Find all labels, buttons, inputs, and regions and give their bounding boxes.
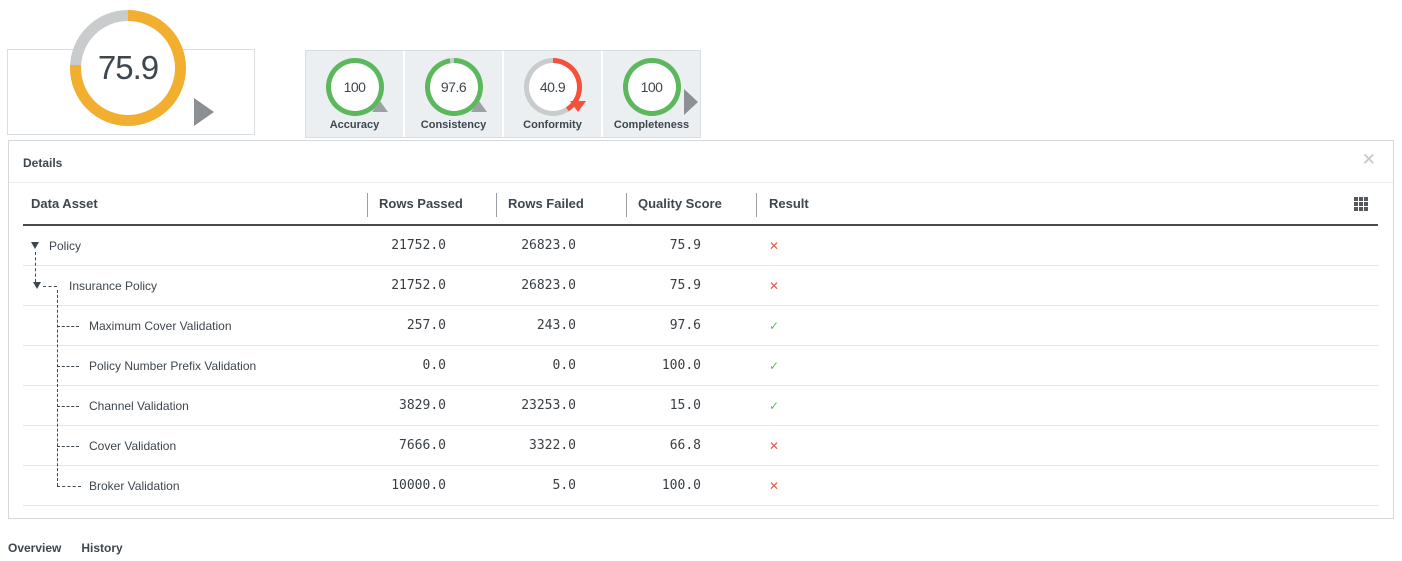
metric-tile-conformity[interactable]: 40.9 Conformity: [504, 51, 601, 137]
table-row[interactable]: Channel Validation 3829.0 23253.0 15.0 ✓: [23, 386, 1378, 426]
result-mark-icon: ✕: [769, 439, 779, 453]
accuracy-label: Accuracy: [330, 119, 380, 131]
rows-failed-value: 5.0: [496, 478, 626, 493]
quality-score-value: 100.0: [626, 358, 756, 373]
data-asset-name: Cover Validation: [89, 439, 176, 453]
tab-history[interactable]: History: [81, 541, 122, 555]
metric-tile-accuracy[interactable]: 100 Accuracy: [306, 51, 403, 137]
table-header-row: Data Asset Rows Passed Rows Failed Quali…: [23, 183, 1378, 226]
rows-passed-value: 257.0: [367, 318, 496, 333]
metric-tile-consistency[interactable]: 97.6 Consistency: [405, 51, 502, 137]
table-row[interactable]: Policy Number Prefix Validation 0.0 0.0 …: [23, 346, 1378, 386]
scorecard-dashboard: 75.9 100 Accuracy 97.6 Consistency 40.9 …: [0, 0, 1402, 561]
column-header-quality-score: Quality Score: [626, 183, 756, 224]
consistency-label: Consistency: [421, 119, 486, 131]
collapse-caret-icon[interactable]: [31, 242, 39, 249]
data-asset-name: Insurance Policy: [69, 279, 157, 293]
right-arrow-icon: [684, 89, 698, 115]
overall-score-gauge: 75.9: [70, 10, 186, 126]
close-icon[interactable]: ✕: [1362, 151, 1376, 168]
overall-score-value: 75.9: [81, 21, 175, 115]
result-mark-icon: ✕: [769, 479, 779, 493]
details-title: Details: [23, 156, 62, 170]
rows-passed-value: 3829.0: [367, 398, 496, 413]
result-mark-icon: ✓: [769, 399, 779, 413]
trend-up-icon: [372, 101, 388, 112]
quality-score-value: 75.9: [626, 238, 756, 253]
table-row[interactable]: Broker Validation 10000.0 5.0 100.0 ✕: [23, 466, 1378, 506]
rows-passed-value: 0.0: [367, 358, 496, 373]
table-row[interactable]: Cover Validation 7666.0 3322.0 66.8 ✕: [23, 426, 1378, 466]
quality-score-value: 100.0: [626, 478, 756, 493]
rows-failed-value: 3322.0: [496, 438, 626, 453]
result-mark-icon: ✕: [769, 239, 779, 253]
column-header-result: Result: [756, 183, 1378, 224]
rows-failed-value: 243.0: [496, 318, 626, 333]
table-row[interactable]: Policy 21752.0 26823.0 75.9 ✕: [23, 226, 1378, 266]
trend-down-icon: [570, 101, 586, 112]
data-asset-name: Channel Validation: [89, 399, 189, 413]
rows-passed-value: 7666.0: [367, 438, 496, 453]
result-mark-icon: ✓: [769, 319, 779, 333]
overall-right-arrow-icon[interactable]: [194, 98, 214, 126]
rows-failed-value: 0.0: [496, 358, 626, 373]
table-row[interactable]: Maximum Cover Validation 257.0 243.0 97.…: [23, 306, 1378, 346]
conformity-label: Conformity: [523, 119, 582, 131]
quality-score-value: 66.8: [626, 438, 756, 453]
quality-score-value: 97.6: [626, 318, 756, 333]
data-asset-name: Policy Number Prefix Validation: [89, 359, 256, 373]
details-panel: Details ✕ Data Asset Rows Passed Rows Fa…: [8, 140, 1394, 519]
metric-tile-completeness[interactable]: 100 Completeness: [603, 51, 700, 137]
table-body: Policy 21752.0 26823.0 75.9 ✕ Insurance …: [23, 226, 1378, 506]
table-row[interactable]: Insurance Policy 21752.0 26823.0 75.9 ✕: [23, 266, 1378, 306]
metrics-panel: 100 Accuracy 97.6 Consistency 40.9 Confo…: [305, 50, 701, 138]
result-mark-icon: ✕: [769, 279, 779, 293]
data-asset-name: Policy: [49, 239, 81, 253]
rows-passed-value: 21752.0: [367, 238, 496, 253]
quality-score-value: 15.0: [626, 398, 756, 413]
trend-up-icon: [471, 101, 487, 112]
collapse-caret-icon[interactable]: [33, 282, 41, 289]
rows-passed-value: 10000.0: [367, 478, 496, 493]
rows-failed-value: 26823.0: [496, 238, 626, 253]
quality-score-value: 75.9: [626, 278, 756, 293]
completeness-value: 100: [628, 63, 676, 111]
rows-failed-value: 23253.0: [496, 398, 626, 413]
rows-passed-value: 21752.0: [367, 278, 496, 293]
column-header-rows-passed: Rows Passed: [367, 183, 496, 224]
rows-failed-value: 26823.0: [496, 278, 626, 293]
grid-icon[interactable]: [1354, 197, 1368, 211]
data-asset-name: Maximum Cover Validation: [89, 319, 232, 333]
column-header-rows-failed: Rows Failed: [496, 183, 626, 224]
footer-tabs: Overview History: [8, 541, 123, 555]
completeness-gauge: 100: [623, 58, 681, 116]
completeness-label: Completeness: [614, 119, 689, 131]
details-titlebar: Details ✕: [9, 141, 1393, 183]
data-asset-name: Broker Validation: [89, 479, 180, 493]
result-mark-icon: ✓: [769, 359, 779, 373]
tab-overview[interactable]: Overview: [8, 541, 61, 555]
column-header-data-asset: Data Asset: [23, 183, 367, 224]
